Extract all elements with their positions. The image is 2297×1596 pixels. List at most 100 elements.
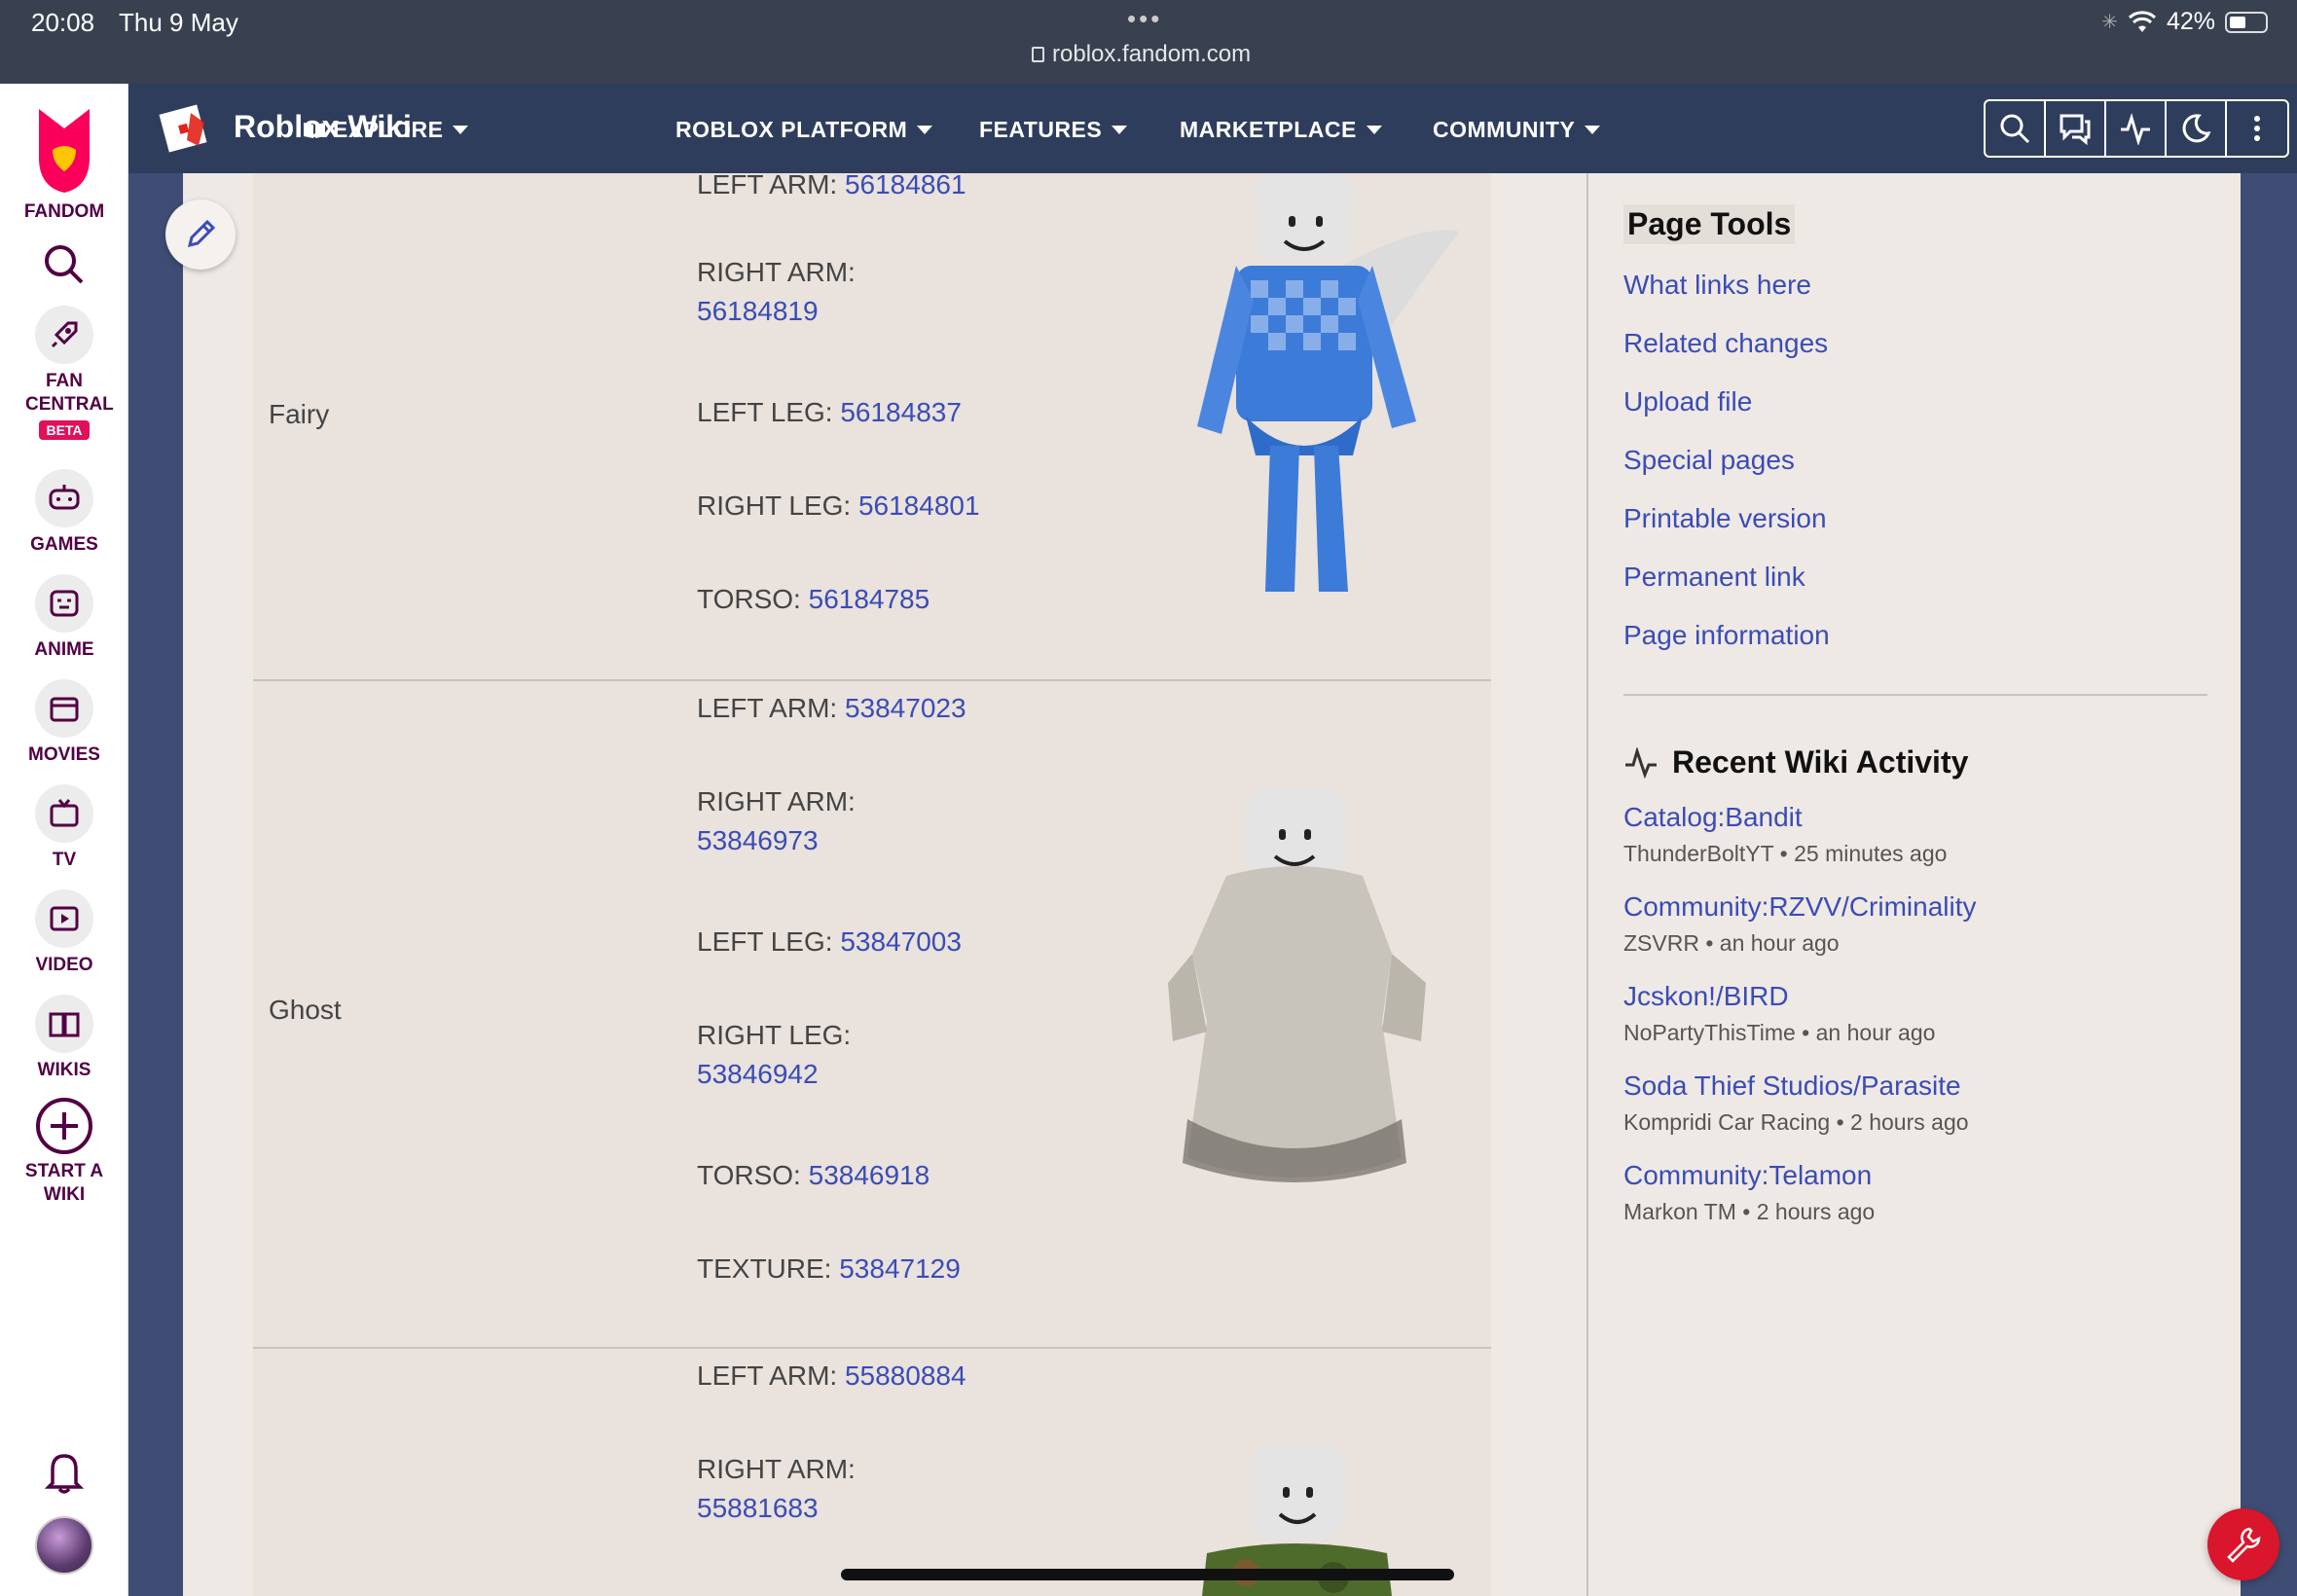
page-tools-title: Page Tools: [1623, 204, 1796, 244]
page-tool-page-information[interactable]: Page information: [1623, 606, 2207, 665]
video-play-icon: [35, 889, 93, 948]
part-label: LEFT LEG:: [697, 926, 841, 957]
asset-id-link[interactable]: 56184785: [809, 584, 930, 614]
more-options-button[interactable]: [2227, 101, 2287, 156]
fandom-home-link[interactable]: FANDOM: [0, 200, 128, 224]
page-tool-special-pages[interactable]: Special pages: [1623, 431, 2207, 490]
pencil-icon: [187, 219, 216, 248]
rocket-icon: [35, 306, 93, 364]
sidebar-item-fan-central[interactable]: FAN CENTRAL BETA: [0, 306, 128, 442]
discussions-button[interactable]: [2046, 101, 2106, 156]
user-avatar[interactable]: [35, 1516, 93, 1575]
sidebar-item-games[interactable]: GAMES: [0, 469, 128, 557]
part-entry: LEFT ARM: 53847023: [697, 689, 966, 728]
activity-time: 2 hours ago: [1756, 1199, 1876, 1224]
sidebar-item-tv[interactable]: TV: [0, 784, 128, 872]
sidebar-item-label: WIKIS: [37, 1060, 91, 1080]
sidebar-item-label: ANIME: [34, 639, 94, 660]
nav-label: COMMUNITY: [1433, 117, 1576, 142]
asset-id-link[interactable]: 53846942: [697, 1059, 819, 1089]
edit-button[interactable]: [165, 200, 236, 270]
asset-id-link[interactable]: 53847023: [845, 693, 966, 723]
caret-down-icon: [917, 126, 933, 134]
part-label: RIGHT ARM:: [697, 257, 856, 287]
page-tool-upload-file[interactable]: Upload file: [1623, 373, 2207, 431]
activity-page-link[interactable]: Soda Thief Studios/Parasite: [1623, 1069, 2207, 1104]
nav-explore[interactable]: EXPLORE: [302, 117, 469, 143]
activity-user[interactable]: Markon TM: [1623, 1199, 1736, 1224]
loading-icon: ✳: [2101, 12, 2118, 33]
roblox-logo-icon[interactable]: [156, 101, 210, 156]
wiki-tools-fab[interactable]: [2207, 1508, 2279, 1580]
page-tool-what-links-here[interactable]: What links here: [1623, 256, 2207, 314]
activity-page-link[interactable]: Catalog:Bandit: [1623, 800, 2207, 835]
nav-features[interactable]: FEATURES: [979, 117, 1128, 143]
activity-page-link[interactable]: Jcskon!/BIRD: [1623, 979, 2207, 1014]
page-tool-permanent-link[interactable]: Permanent link: [1623, 548, 2207, 606]
sidebar-item-video[interactable]: VIDEO: [0, 889, 128, 977]
nav-label: MARKETPLACE: [1180, 117, 1357, 142]
activity-time: 25 minutes ago: [1794, 841, 1948, 866]
tv-icon: [35, 784, 93, 843]
right-rail: Page Tools What links here Related chang…: [1623, 173, 2207, 1228]
asset-id-link[interactable]: 53847003: [840, 926, 962, 957]
part-entry: LEFT ARM: 56184861: [697, 165, 966, 204]
search-icon[interactable]: [43, 243, 86, 286]
asset-id-link[interactable]: 56184819: [697, 296, 819, 326]
status-bar: 20:08 Thu 9 May ••• roblox.fandom.com ✳ …: [0, 0, 2297, 84]
wiki-navigation-bar: Roblox Wiki EXPLORE ROBLOX PLATFORM FEAT…: [128, 84, 2297, 173]
notifications-bell-icon[interactable]: [45, 1450, 84, 1495]
activity-page-link[interactable]: Community:RZVV/Criminality: [1623, 889, 2207, 925]
dark-mode-icon: [2182, 114, 2211, 143]
dark-mode-toggle[interactable]: [2167, 101, 2227, 156]
row-name: Ghost: [269, 995, 342, 1025]
list-item: Community:Telamon Markon TM • 2 hours ag…: [1623, 1158, 2207, 1228]
address-bar[interactable]: roblox.fandom.com: [1032, 41, 1265, 68]
asset-id-link[interactable]: 56184861: [845, 169, 966, 200]
asset-id-link[interactable]: 53846973: [697, 825, 819, 855]
activity-user[interactable]: NoPartyThisTime: [1623, 1020, 1796, 1045]
sidebar-item-label: START A WIKI: [24, 1161, 104, 1205]
nav-marketplace[interactable]: MARKETPLACE: [1180, 117, 1382, 143]
part-entry: TEXTURE: 53847129: [697, 1250, 961, 1288]
part-label: LEFT ARM:: [697, 169, 845, 200]
part-entry: TORSO: 56184785: [697, 580, 930, 619]
battery-percent: 42%: [2166, 8, 2215, 35]
nav-label: FEATURES: [979, 117, 1103, 142]
row-name: Fairy: [269, 399, 330, 429]
page-tool-printable-version[interactable]: Printable version: [1623, 490, 2207, 548]
asset-id-link[interactable]: 53846918: [809, 1160, 930, 1190]
rail-separator: [1623, 694, 2207, 696]
part-label: TORSO:: [697, 1160, 809, 1190]
fandom-logo-icon[interactable]: [29, 99, 99, 197]
part-entry: TORSO: 53846918: [697, 1156, 930, 1195]
list-item: Jcskon!/BIRD NoPartyThisTime • an hour a…: [1623, 979, 2207, 1049]
nav-roblox-platform[interactable]: ROBLOX PLATFORM: [675, 117, 933, 143]
activity-user[interactable]: ZSVRR: [1623, 930, 1699, 956]
sidebar-item-movies[interactable]: MOVIES: [0, 679, 128, 767]
part-label: TEXTURE:: [697, 1253, 840, 1284]
sidebar-item-wikis[interactable]: WIKIS: [0, 995, 128, 1082]
page-tool-related-changes[interactable]: Related changes: [1623, 314, 2207, 373]
battery-icon: [2225, 11, 2268, 33]
nav-community[interactable]: COMMUNITY: [1433, 117, 1601, 143]
recent-activity-button[interactable]: [2106, 101, 2167, 156]
sidebar-item-start-a-wiki[interactable]: START A WIKI: [0, 1096, 128, 1207]
sidebar-item-label: FAN CENTRAL: [25, 371, 114, 415]
activity-page-link[interactable]: Community:Telamon: [1623, 1158, 2207, 1193]
wifi-icon: [2128, 10, 2156, 32]
asset-id-link[interactable]: 56184801: [858, 490, 980, 521]
activity-user[interactable]: Kompridi Car Racing: [1623, 1109, 1830, 1135]
asset-id-link[interactable]: 53847129: [839, 1253, 961, 1284]
part-label: LEFT ARM:: [697, 1360, 845, 1391]
status-date: Thu 9 May: [119, 8, 238, 37]
search-button[interactable]: [1986, 101, 2046, 156]
asset-id-link[interactable]: 56184837: [840, 397, 962, 427]
more-dots-icon[interactable]: •••: [1127, 4, 1162, 34]
sidebar-item-anime[interactable]: ANIME: [0, 574, 128, 662]
asset-id-link[interactable]: 55881683: [697, 1493, 819, 1523]
activity-meta: ThunderBoltYT • 25 minutes ago: [1623, 841, 1948, 866]
asset-id-link[interactable]: 55880884: [845, 1360, 966, 1391]
activity-user[interactable]: ThunderBoltYT: [1623, 841, 1773, 866]
home-indicator[interactable]: [841, 1569, 1454, 1580]
